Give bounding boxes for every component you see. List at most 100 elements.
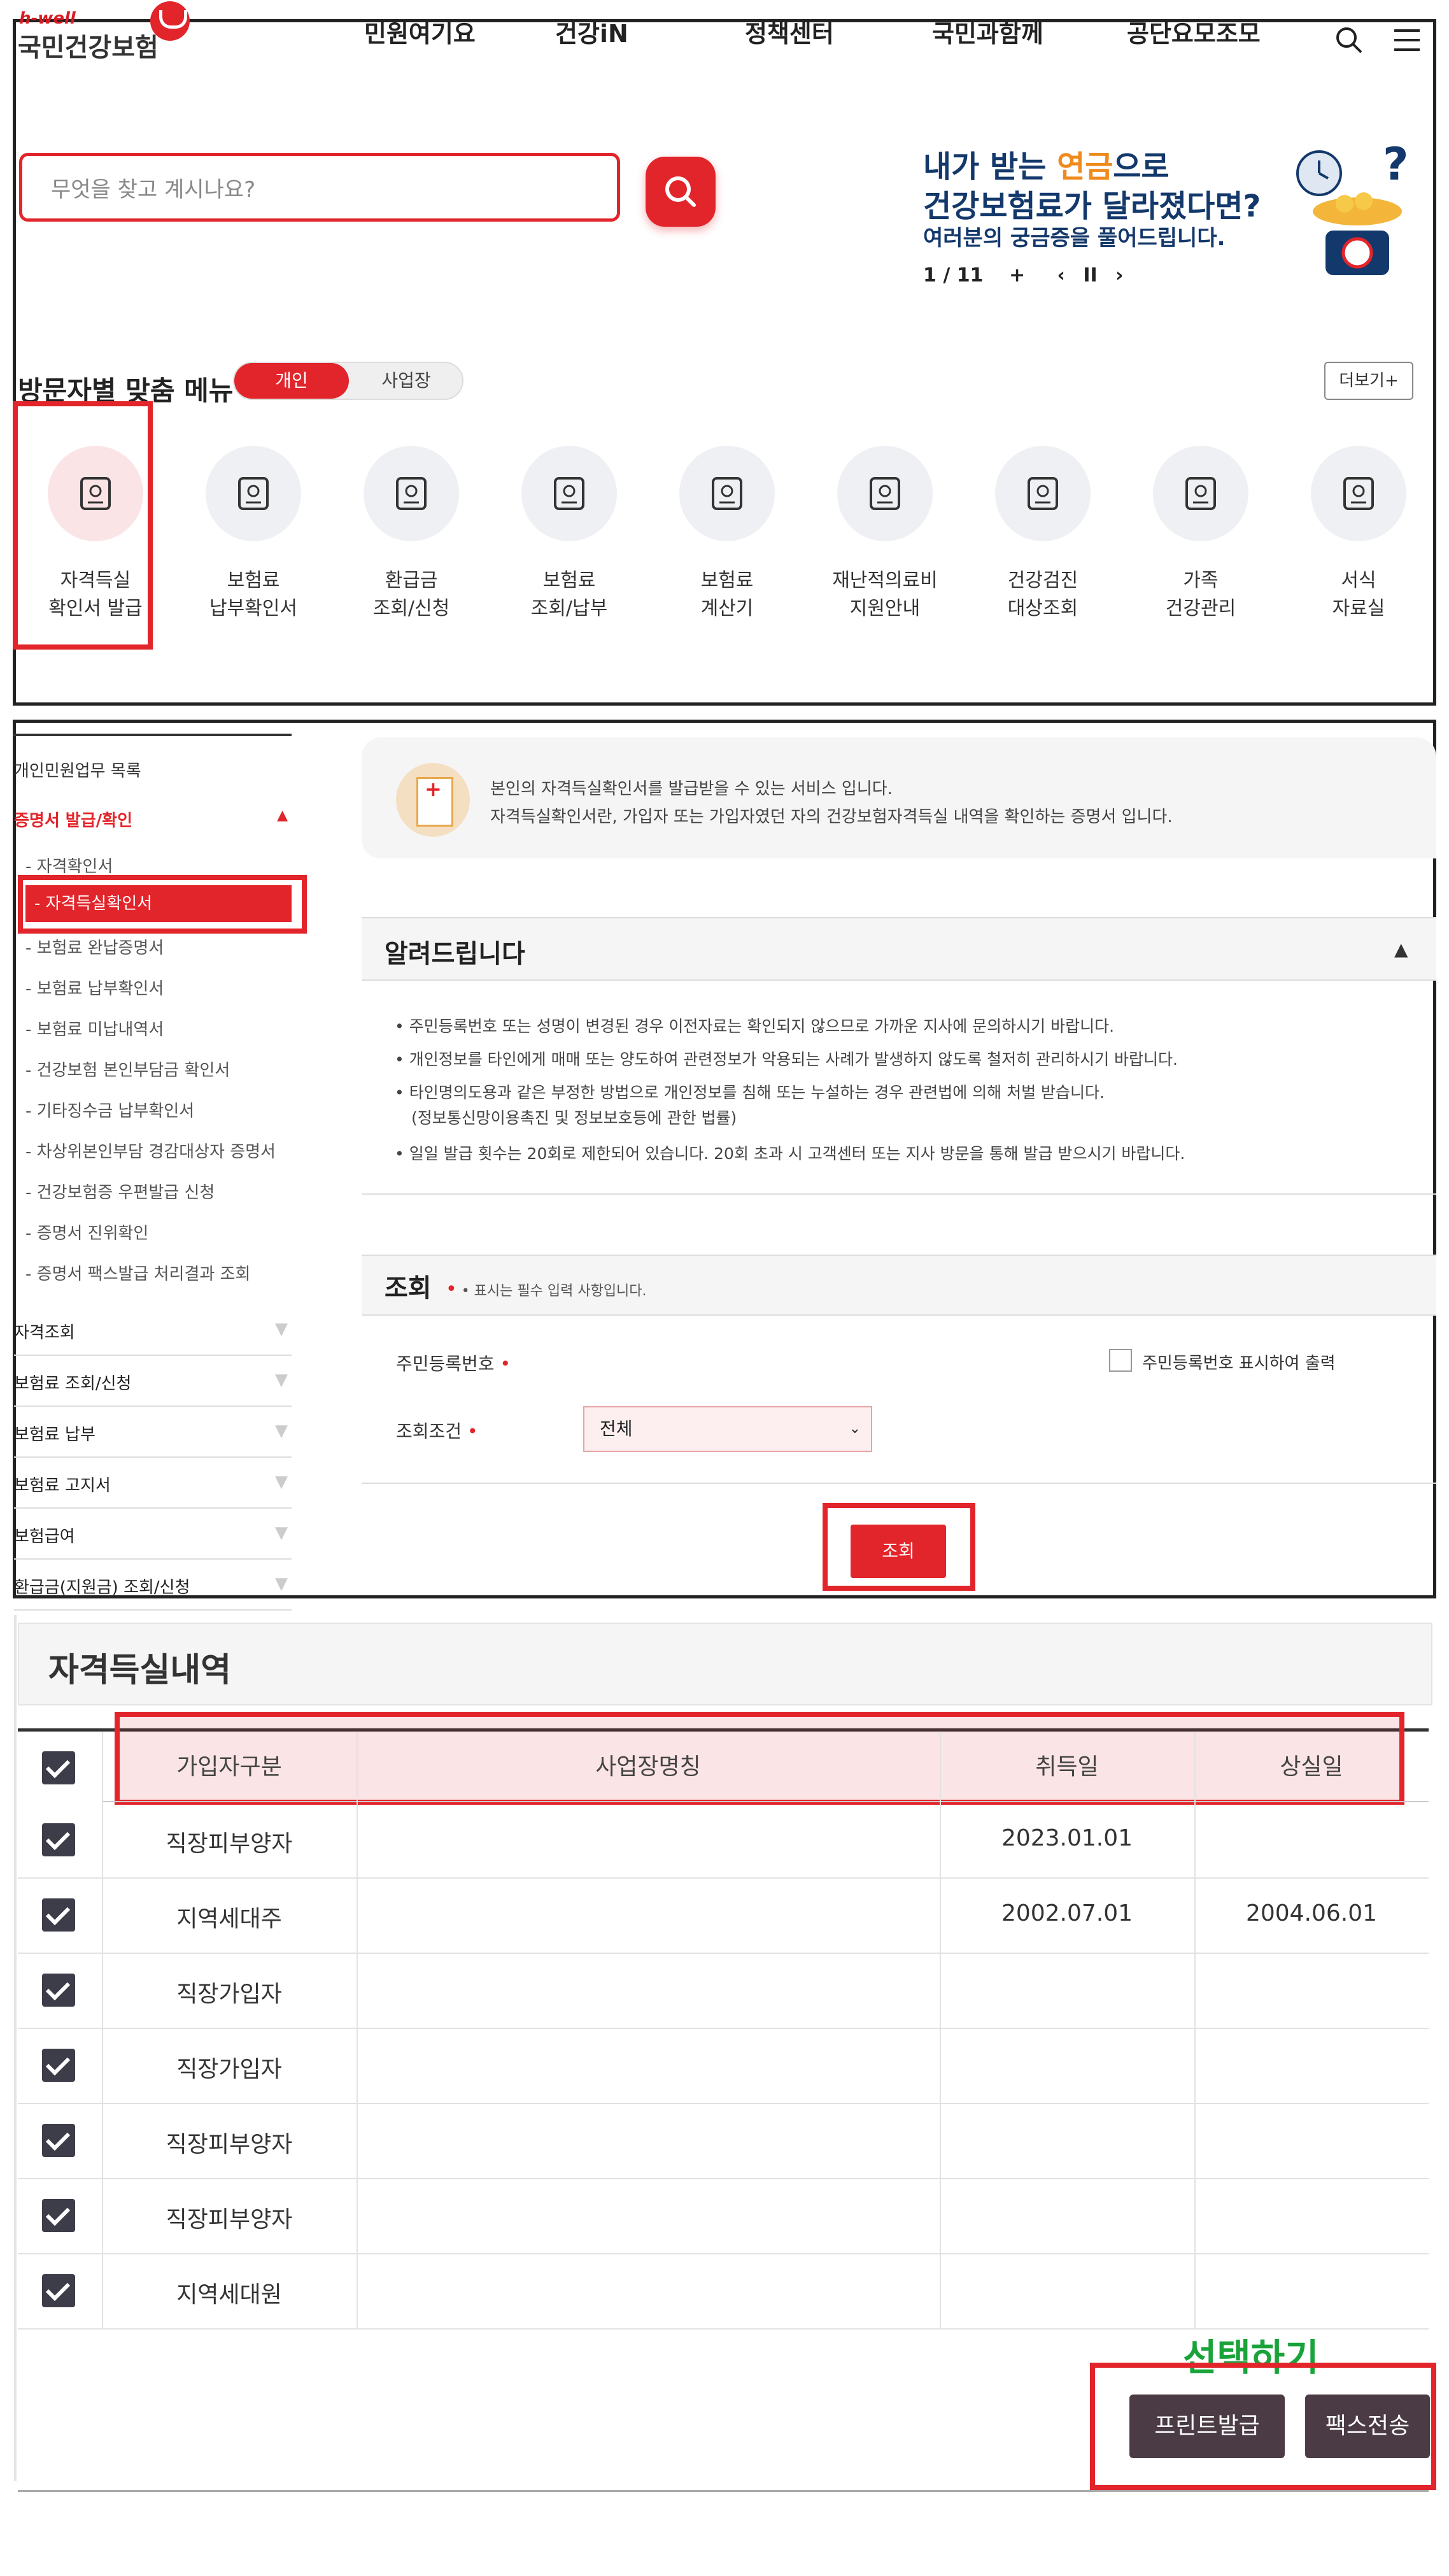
sidebar-sub-item[interactable]: - 증명서 팩스발급 처리결과 조회 — [25, 1261, 250, 1284]
search-icon — [665, 176, 696, 207]
condition-select[interactable]: 전체 ⌄ — [583, 1406, 872, 1452]
notice-line: • 개인정보를 타인에게 매매 또는 양도하여 관련정보가 악용되는 사례가 발… — [395, 1050, 1178, 1069]
row-checkbox[interactable] — [42, 2124, 75, 2157]
table-cell-type: 직장피부양자 — [166, 2207, 293, 2233]
sidebar-section-certificate[interactable]: 증명서 발급/확인 ▲ — [14, 808, 292, 831]
sidebar-sub-item[interactable]: - 보험료 납부확인서 — [25, 976, 164, 999]
sidebar-sub-item[interactable]: - 보험료 미납내역서 — [25, 1016, 164, 1040]
document-search-icon — [206, 446, 301, 541]
form-check-icon — [1311, 446, 1406, 541]
service-item[interactable]: 보험료 계산기 — [663, 446, 791, 623]
service-item[interactable]: 보험료 납부확인서 — [190, 446, 317, 623]
chevron-down-icon: ▼ — [275, 1574, 288, 1593]
collapse-icon[interactable]: ▲ — [1394, 939, 1408, 960]
banner-next-button[interactable]: › — [1115, 264, 1123, 287]
sidebar-top[interactable]: 개인민원업무 목록 — [14, 758, 292, 781]
row-checkbox[interactable] — [42, 2199, 75, 2232]
row-checkbox[interactable] — [42, 2274, 75, 2307]
service-item[interactable]: 건강검진 대상조회 — [979, 446, 1106, 623]
chevron-down-icon: ▼ — [275, 1320, 288, 1339]
service-item[interactable]: 서식 자료실 — [1295, 446, 1422, 623]
sidebar-divider — [13, 734, 292, 736]
sidebar-group[interactable]: 보험료 납부 ▼ — [14, 1421, 292, 1458]
nav-civil[interactable]: 민원여기요 — [364, 14, 476, 49]
banner-pager: 1 / 11 + ‹ II › — [923, 264, 1124, 287]
sidebar-sub-item[interactable]: - 자격확인서 — [25, 853, 113, 877]
highlight-box — [1090, 2363, 1436, 2490]
row-checkbox[interactable] — [42, 1974, 75, 2007]
column-header: 취득일 — [940, 1732, 1194, 1802]
column-header: 상실일 — [1194, 1732, 1429, 1802]
column-header: 사업장명칭 — [357, 1732, 940, 1802]
nav-policy[interactable]: 정책센터 — [745, 14, 834, 49]
won-support-icon — [837, 446, 933, 541]
sidebar-group[interactable]: 자격조회 ▼ — [14, 1320, 292, 1356]
table-cell-type: 지역세대원 — [176, 2282, 282, 2308]
search-icon[interactable] — [1334, 25, 1364, 55]
sidebar-sub-item[interactable]: - 보험료 완납증명서 — [25, 935, 164, 958]
row-divider — [18, 1953, 1429, 1954]
nav-health-in[interactable]: 건강iN — [555, 14, 628, 49]
row-checkbox[interactable] — [42, 1823, 75, 1856]
sidebar-sub-item[interactable]: - 차상위본인부담 경감대상자 증명서 — [25, 1139, 276, 1162]
service-item-label: 보험료 조회/납부 — [530, 569, 608, 620]
row-divider — [18, 2028, 1429, 2029]
chevron-down-icon: ▼ — [275, 1472, 288, 1491]
banner-plus-button[interactable]: + — [1009, 264, 1025, 287]
history-title: 자격득실내역 — [48, 1651, 232, 1690]
row-divider — [18, 1877, 1429, 1879]
monitor-won-icon — [364, 446, 459, 541]
service-item-label: 보험료 납부확인서 — [209, 569, 297, 620]
table-cell-type: 직장가입자 — [176, 1981, 282, 2007]
people-search-icon — [995, 446, 1091, 541]
toggle-personal[interactable]: 개인 — [234, 363, 349, 399]
service-item[interactable]: 환급금 조회/신청 — [348, 446, 475, 623]
highlight-box — [13, 401, 153, 650]
required-note: • • 표시는 필수 입력 사항입니다. — [446, 1278, 647, 1300]
sidebar-group[interactable]: 보험료 고지서 ▼ — [14, 1472, 292, 1509]
table-cell-type: 직장가입자 — [176, 2056, 282, 2082]
service-item[interactable]: 가족 건강관리 — [1137, 446, 1264, 623]
query-form — [362, 1316, 1436, 1484]
show-resident-checkbox[interactable] — [1109, 1349, 1132, 1372]
toggle-business[interactable]: 사업장 — [350, 363, 462, 399]
chevron-down-icon: ⌄ — [849, 1421, 861, 1437]
service-item[interactable]: 재난적의료비 지원안내 — [821, 446, 949, 623]
row-divider — [18, 2103, 1429, 2104]
nav-about[interactable]: 공단요모조모 — [1127, 14, 1261, 49]
banner-line-1[interactable]: 내가 받는 연금으로 — [923, 141, 1170, 186]
more-button[interactable]: 더보기+ — [1324, 362, 1413, 400]
logo-tagline: h-well — [19, 9, 76, 28]
notice-line: (정보통신망이용촉진 및 정보보호등에 관한 법률) — [411, 1109, 737, 1127]
service-item-label: 재난적의료비 지원안내 — [832, 569, 938, 620]
menu-icon[interactable] — [1393, 28, 1421, 52]
sidebar-group[interactable]: 환급금(지원금) 조회/신청 ▼ — [14, 1574, 292, 1611]
sidebar-sub-item[interactable]: - 기타징수금 납부확인서 — [25, 1098, 194, 1121]
nav-with-public[interactable]: 국민과함께 — [932, 14, 1043, 49]
row-checkbox[interactable] — [42, 2049, 75, 2082]
sidebar-group[interactable]: 보험료 조회/신청 ▼ — [14, 1370, 292, 1407]
table-cell-type: 지역세대주 — [176, 1906, 282, 1932]
logo-icon — [150, 1, 190, 41]
banner-line-3: 여러분의 궁금증을 풀어드립니다. — [923, 225, 1226, 251]
sidebar-sub-item[interactable]: - 건강보험 본인부담금 확인서 — [25, 1057, 230, 1081]
banner-line-2[interactable]: 건강보험료가 달라졌다면? — [923, 181, 1261, 225]
scale-coins-illustration: ? — [1296, 141, 1409, 275]
sidebar-group[interactable]: 보험급여 ▼ — [14, 1523, 292, 1560]
select-all-checkbox[interactable] — [42, 1751, 75, 1784]
notice-line: • 주민등록번호 또는 성명이 변경된 경우 이전자료는 확인되지 않으므로 가… — [395, 1017, 1115, 1035]
logo-text[interactable]: 국민건강보험 — [18, 27, 159, 64]
sidebar-sub-item[interactable]: - 증명서 진위확인 — [25, 1220, 148, 1244]
row-checkbox[interactable] — [42, 1898, 75, 1932]
banner-pause-button[interactable]: II — [1083, 264, 1097, 287]
sidebar-sub-item[interactable]: - 건강보험증 우편발급 신청 — [25, 1179, 215, 1203]
document-icon — [396, 763, 470, 837]
chevron-down-icon: ▼ — [275, 1370, 288, 1390]
search-button[interactable] — [646, 157, 716, 227]
calculator-icon — [679, 446, 775, 541]
service-item-label: 가족 건강관리 — [1165, 569, 1236, 620]
banner-prev-button[interactable]: ‹ — [1057, 264, 1065, 287]
table-cell-type: 직장피부양자 — [166, 2131, 293, 2158]
service-item[interactable]: 보험료 조회/납부 — [505, 446, 633, 623]
row-divider — [18, 2178, 1429, 2179]
